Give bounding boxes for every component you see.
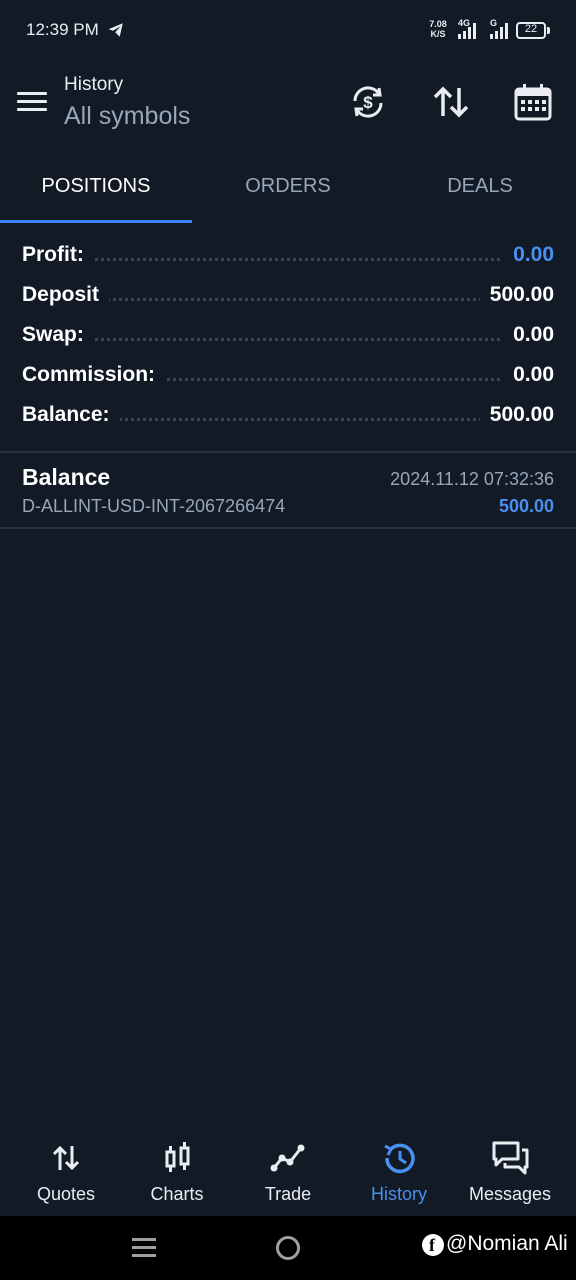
- signal-icon: [458, 23, 476, 39]
- nav-label: Charts: [150, 1184, 204, 1204]
- tab-positions[interactable]: POSITIONS: [0, 150, 192, 224]
- nav-trade[interactable]: Trade: [232, 1130, 344, 1216]
- svg-text:$: $: [363, 93, 373, 112]
- summary-label: Profit:: [22, 243, 94, 267]
- summary-commission: Commission: 0.00: [22, 358, 554, 398]
- summary-balance: Balance: 500.00: [22, 398, 554, 438]
- nav-charts[interactable]: Charts: [121, 1130, 233, 1216]
- deal-amount: 500.00: [498, 496, 554, 516]
- candlestick-icon: [165, 1142, 190, 1172]
- signal-icon: [490, 23, 508, 39]
- watermark-text: @Nomian Ali: [446, 1232, 568, 1255]
- deal-comment: D-ALLINT-USD-INT-2067266474: [22, 496, 286, 516]
- summary-label: Balance:: [22, 403, 120, 427]
- summary-value: 0.00: [503, 363, 554, 387]
- summary-value: 500.00: [479, 283, 554, 307]
- system-navigation-bar: f @Nomian Ali: [0, 1216, 576, 1280]
- summary-value: 0.00: [503, 243, 554, 267]
- network-speed: 7.08 K/S: [429, 19, 447, 39]
- currency-exchange-icon: $: [353, 86, 383, 118]
- history-clock-icon: [384, 1143, 415, 1174]
- nav-messages[interactable]: Messages: [454, 1130, 566, 1216]
- sort-icon: [433, 86, 469, 118]
- summary-label: Deposit: [22, 283, 110, 307]
- nav-label: Quotes: [36, 1184, 96, 1204]
- summary-label: Commission:: [22, 363, 166, 387]
- tab-orders[interactable]: ORDERS: [192, 150, 384, 224]
- summary-label: Swap:: [22, 323, 94, 347]
- summary-value: 0.00: [503, 323, 554, 347]
- nav-quotes[interactable]: Quotes: [10, 1130, 122, 1216]
- status-bar: 12:39 PM 7.08 K/S 4G G 22: [0, 0, 576, 62]
- nav-label: History: [370, 1184, 427, 1204]
- history-tabs: POSITIONS ORDERS DEALS: [0, 150, 576, 224]
- summary-deposit: Deposit 500.00: [22, 278, 554, 318]
- page-title: History: [64, 74, 124, 95]
- bottom-navigation: Quotes Charts Trade History Messages: [0, 1130, 576, 1216]
- calendar-button[interactable]: [511, 80, 555, 124]
- status-time: 12:39 PM: [26, 20, 99, 39]
- tab-deals[interactable]: DEALS: [384, 150, 576, 224]
- battery-level: 22: [524, 23, 538, 35]
- symbol-filter[interactable]: All symbols: [64, 102, 190, 131]
- divider: [0, 451, 576, 453]
- quotes-arrows-icon: [52, 1145, 80, 1171]
- divider: [0, 527, 576, 529]
- battery-icon: 22: [516, 22, 546, 39]
- summary-value: 500.00: [479, 403, 554, 427]
- summary-swap: Swap: 0.00: [22, 318, 554, 358]
- active-tab-indicator: [0, 220, 192, 223]
- deal-time: 2024.11.12 07:32:36: [390, 469, 554, 489]
- nav-label: Trade: [264, 1184, 312, 1204]
- nav-history[interactable]: History: [343, 1130, 455, 1216]
- facebook-logo-icon: f: [422, 1234, 444, 1256]
- deal-title: Balance: [22, 464, 111, 490]
- currency-exchange-button[interactable]: $: [346, 80, 390, 124]
- nav-label: Messages: [468, 1184, 552, 1204]
- sort-button[interactable]: [429, 80, 473, 124]
- hamburger-menu-icon[interactable]: [17, 90, 47, 114]
- summary-profit: Profit: 0.00: [22, 238, 554, 278]
- trade-line-icon: [270, 1144, 305, 1172]
- recent-apps-icon[interactable]: [132, 1236, 156, 1258]
- home-icon[interactable]: [276, 1236, 300, 1260]
- calendar-icon: [514, 84, 552, 121]
- chat-bubbles-icon: [492, 1141, 529, 1175]
- telegram-icon: [108, 23, 123, 37]
